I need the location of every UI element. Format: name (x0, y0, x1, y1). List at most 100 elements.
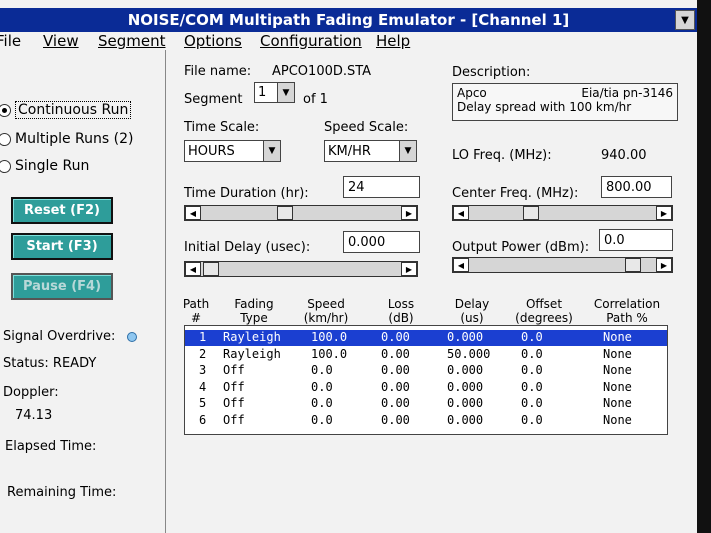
output-power-input[interactable]: 0.0 (599, 229, 673, 251)
table-cell: None (603, 396, 632, 410)
window-menu-button[interactable]: ▼ (675, 10, 695, 30)
table-cell: Off (223, 363, 245, 377)
header-correlation: Correlation Path % (593, 297, 661, 325)
table-cell: 1 (199, 330, 207, 344)
initial-delay-label: Initial Delay (usec): (184, 240, 311, 255)
description-box[interactable]: Apco Eia/tia pn-3146 Delay spread with 1… (452, 83, 678, 121)
signal-overdrive-label: Signal Overdrive: (3, 329, 116, 344)
menu-segment[interactable]: Segment (98, 32, 166, 50)
scroll-left-icon[interactable]: ◀ (185, 262, 201, 276)
table-row[interactable]: 2 Rayleigh 100.0 0.00 50.000 0.0 None (185, 347, 667, 363)
table-cell: 0.00 (381, 346, 410, 361)
radio-multiple-runs[interactable]: Multiple Runs (2) (0, 131, 133, 147)
path-table[interactable]: 1 Rayleigh 100.0 0.00 0.000 0.0 None 2 Rayleigh 1… (184, 325, 668, 435)
scroll-right-icon[interactable]: ▶ (401, 262, 417, 276)
time-scale-select[interactable]: HOURS ▼ (184, 140, 281, 162)
scroll-thumb[interactable] (523, 206, 539, 220)
chevron-down-icon: ▼ (263, 141, 280, 161)
table-cell: None (603, 346, 632, 361)
scroll-left-icon[interactable]: ◀ (185, 206, 201, 220)
remaining-time-label: Remaining Time: (7, 485, 117, 500)
doppler-label: Doppler: (3, 385, 59, 400)
table-cell: 3 (199, 363, 207, 377)
scroll-thumb[interactable] (203, 262, 219, 276)
header-offset: Offset (degrees) (515, 297, 573, 325)
table-cell: None (603, 379, 632, 394)
radio-dot-icon (0, 159, 11, 173)
menu-view[interactable]: View (43, 32, 79, 50)
table-row[interactable]: 1 Rayleigh 100.0 0.00 0.000 0.0 None (185, 330, 667, 346)
radio-label: Single Run (15, 158, 90, 174)
speed-scale-value: KM/HR (328, 143, 371, 159)
reset-button[interactable]: Reset (F2) (11, 197, 113, 224)
menu-bar: File View Segment Options Configuration … (0, 32, 697, 50)
scroll-left-icon[interactable]: ◀ (453, 258, 469, 272)
table-cell: 0.000 (447, 363, 484, 377)
table-cell: 0.000 (447, 379, 484, 394)
table-row[interactable]: 4 Off 0.0 0.00 0.000 0.0 None (185, 380, 667, 396)
table-cell: 0.0 (521, 379, 543, 394)
menu-help[interactable]: Help (376, 32, 410, 50)
doppler-value: 74.13 (15, 408, 53, 423)
center-freq-scrollbar[interactable]: ◀ ▶ (452, 205, 673, 221)
center-freq-input[interactable]: 800.00 (601, 176, 672, 198)
scroll-right-icon[interactable]: ▶ (656, 206, 672, 220)
table-cell: 0.000 (447, 330, 484, 344)
table-cell: 5 (199, 396, 207, 410)
pause-button[interactable]: Pause (F4) (11, 273, 113, 300)
header-loss: Loss (dB) (387, 297, 415, 325)
description-label: Description: (452, 65, 531, 80)
radio-single-run[interactable]: Single Run (0, 158, 89, 174)
scroll-left-icon[interactable]: ◀ (453, 206, 469, 220)
table-row[interactable]: 5 Off 0.0 0.00 0.000 0.0 None (185, 396, 667, 412)
segment-select[interactable]: 1 ▼ (254, 82, 295, 103)
description-line2: Delay spread with 100 km/hr (457, 100, 632, 114)
initial-delay-input[interactable]: 0.000 (343, 231, 420, 253)
chevron-down-icon: ▼ (399, 141, 416, 161)
segment-label: Segment (184, 92, 243, 107)
scroll-thumb[interactable] (277, 206, 293, 220)
menu-options[interactable]: Options (184, 32, 242, 50)
scroll-right-icon[interactable]: ▶ (401, 206, 417, 220)
table-cell: Rayleigh (223, 330, 281, 344)
speed-scale-select[interactable]: KM/HR ▼ (324, 140, 417, 162)
speed-scale-label: Speed Scale: (324, 120, 409, 135)
initial-delay-scrollbar[interactable]: ◀ ▶ (184, 261, 418, 277)
scroll-thumb[interactable] (625, 258, 641, 272)
file-name-label: File name: (184, 64, 252, 79)
table-cell: 0.00 (381, 396, 410, 410)
table-cell: 100.0 (311, 346, 348, 361)
table-cell: 0.0 (311, 412, 333, 427)
menu-configuration[interactable]: Configuration (260, 32, 362, 50)
table-cell: 0.0 (521, 412, 543, 427)
table-cell: 0.00 (381, 412, 410, 427)
table-cell: Off (223, 396, 245, 410)
segment-value: 1 (258, 85, 267, 100)
radio-continuous-run[interactable]: Continuous Run (0, 101, 132, 119)
radio-label: Continuous Run (15, 101, 132, 119)
table-cell: 2 (199, 346, 207, 361)
output-power-scrollbar[interactable]: ◀ ▶ (452, 257, 673, 273)
table-cell: Off (223, 379, 245, 394)
segment-of-text: of 1 (303, 92, 328, 107)
table-cell: 0.0 (311, 396, 333, 410)
scroll-right-icon[interactable]: ▶ (656, 258, 672, 272)
signal-overdrive-indicator-icon (127, 332, 137, 342)
time-scale-value: HOURS (188, 143, 235, 159)
table-cell: 0.0 (521, 346, 543, 361)
time-duration-scrollbar[interactable]: ◀ ▶ (184, 205, 418, 221)
table-row[interactable]: 3 Off 0.0 0.00 0.000 0.0 None (185, 363, 667, 379)
start-button[interactable]: Start (F3) (11, 233, 113, 260)
table-cell: 6 (199, 412, 207, 427)
center-freq-label: Center Freq. (MHz): (452, 186, 579, 201)
app-window: NOISE/COM Multipath Fading Emulator - [C… (0, 0, 697, 533)
lo-freq-value: 940.00 (601, 148, 647, 163)
header-delay: Delay (us) (454, 297, 490, 325)
title-bar: NOISE/COM Multipath Fading Emulator - [C… (0, 8, 697, 32)
table-row[interactable]: 6 Off 0.0 0.00 0.000 0.0 None (185, 413, 667, 429)
menu-file[interactable]: File (0, 32, 21, 50)
time-duration-input[interactable]: 24 (343, 176, 420, 198)
main-panel: File name: APCO100D.STA Segment 1 ▼ of 1… (166, 50, 697, 533)
table-cell: 0.0 (311, 363, 333, 377)
output-power-label: Output Power (dBm): (452, 240, 590, 255)
